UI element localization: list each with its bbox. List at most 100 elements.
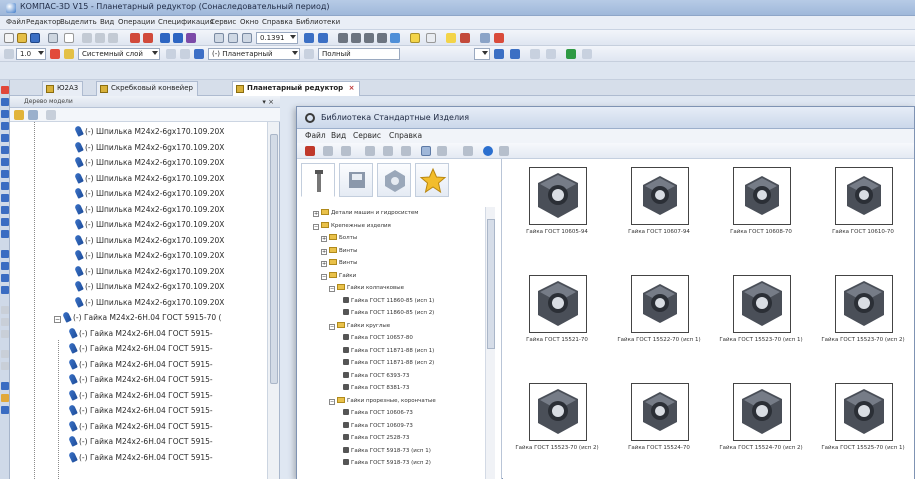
tab-search[interactable] (377, 163, 411, 197)
category-item[interactable]: Гайка ГОСТ 5918-73 (исп 2) (343, 459, 431, 470)
panel-icon-15[interactable] (1, 262, 9, 270)
tree-item[interactable]: (-) Шпилька М24х2-6gх170.109.20Х (74, 140, 224, 157)
panel-icon-22[interactable] (1, 362, 9, 370)
expand-icon[interactable]: + (321, 248, 327, 255)
tree-item[interactable]: − (-) Гайка М24х2-6Н.04 ГОСТ 5915-70 ( (54, 311, 221, 327)
tree-item[interactable]: (-) Шпилька М24х2-6gх170.109.20Х (74, 295, 224, 312)
menu-file[interactable]: Файл (6, 18, 25, 26)
menu-editor[interactable]: Редактор (26, 18, 61, 26)
panel-icon-9[interactable] (1, 182, 9, 190)
category-item[interactable]: Гайка ГОСТ 6393-73 (343, 371, 409, 383)
category-folder[interactable]: − Гайки колпачковые (329, 284, 404, 295)
category-folder[interactable]: − Гайки прорезные, корончатые (329, 396, 436, 408)
category-item[interactable]: Гайка ГОСТ 10657-80 (343, 334, 413, 345)
tree-item[interactable]: (-) Шпилька М24х2-6gх170.109.20Х (74, 202, 224, 219)
cut-icon[interactable] (82, 33, 92, 43)
lib-tool-4-icon[interactable] (365, 146, 375, 156)
panel-icon-3[interactable] (1, 110, 9, 118)
redo-icon[interactable] (143, 33, 153, 43)
menu-select[interactable]: Выделить (60, 18, 97, 26)
expand-icon[interactable]: + (313, 211, 319, 217)
panel-icon-13[interactable] (1, 230, 9, 238)
tree-scrollbar[interactable] (267, 122, 279, 479)
panel-icon-18[interactable] (1, 306, 9, 314)
tree-item[interactable]: (-) Шпилька М24х2-6gх170.109.20Х (74, 187, 224, 203)
library-menu-file[interactable]: Файл (305, 131, 326, 140)
help-icon[interactable] (483, 146, 493, 156)
category-folder[interactable]: − Крепежные изделия (313, 221, 391, 233)
style-icon[interactable] (304, 49, 314, 59)
part-thumbnail-card[interactable]: Гайка ГОСТ 10610-70 (813, 161, 913, 266)
panel-icon-2[interactable] (1, 98, 9, 106)
panel-icon-12[interactable] (1, 218, 9, 226)
tree-item[interactable]: (-) Гайка М24х2-6Н.04 ГОСТ 5915- (68, 342, 213, 358)
component-icon[interactable] (194, 49, 204, 59)
tree-options-icon[interactable] (46, 110, 56, 120)
help-context-icon[interactable] (186, 33, 196, 43)
lib-tool-8-icon[interactable] (437, 146, 447, 156)
part-thumbnail-card[interactable]: Гайка ГОСТ 15523-70 (исп 1) (711, 269, 811, 374)
tool-4-icon[interactable] (546, 49, 556, 59)
tree-item[interactable]: (-) Шпилька М24х2-6gх170.109.20Х (74, 280, 224, 296)
menu-window[interactable]: Окно (240, 18, 259, 26)
category-folder[interactable]: + Винты (321, 246, 358, 258)
view-orient-4-icon[interactable] (377, 33, 387, 43)
part-thumbnail-card[interactable]: Гайка ГОСТ 10608-70 (711, 161, 811, 266)
layer-props-icon[interactable] (166, 49, 176, 59)
panel-icon-20[interactable] (1, 330, 9, 338)
tool-1-icon[interactable] (494, 49, 504, 59)
expand-icon[interactable]: − (313, 223, 319, 230)
lib-tool-5-icon[interactable] (383, 146, 393, 156)
menu-view[interactable]: Вид (100, 18, 114, 26)
panel-icon-6[interactable] (1, 146, 9, 154)
collapse-icon[interactable]: − (54, 316, 61, 323)
view-mode-field[interactable]: Полный (318, 48, 400, 60)
manager-icon[interactable] (160, 33, 170, 43)
panel-icon-14[interactable] (1, 250, 9, 258)
panel-icon-11[interactable] (1, 206, 9, 214)
panel-icon-17[interactable] (1, 286, 9, 294)
tree-item[interactable]: (-) Гайка М24х2-6Н.04 ГОСТ 5915- (68, 404, 213, 420)
menu-help[interactable]: Справка (262, 18, 293, 26)
tab-catalog[interactable] (301, 163, 335, 197)
view-orient-1-icon[interactable] (338, 33, 348, 43)
lib-tool-9-icon[interactable] (463, 146, 473, 156)
tree-filter-icon[interactable] (28, 110, 38, 120)
snap-icon[interactable] (50, 49, 60, 59)
scroll-thumb[interactable] (487, 219, 495, 349)
tab-doc-2[interactable]: Скребковый конвейер (96, 81, 198, 96)
category-folder[interactable]: − Гайки круглые (329, 321, 390, 333)
tab-saved[interactable] (339, 163, 373, 197)
rotate-icon[interactable] (318, 33, 328, 43)
panel-icon-10[interactable] (1, 194, 9, 202)
shaded-icon[interactable] (390, 33, 400, 43)
part-thumbnail-card[interactable]: Гайка ГОСТ 15521-70 (507, 269, 607, 374)
zoom-window-icon[interactable] (242, 33, 252, 43)
tree-item[interactable]: (-) Шпилька М24х2-6gх170.109.20Х (74, 218, 224, 234)
panel-icon-8[interactable] (1, 170, 9, 178)
lib-tool-2-icon[interactable] (323, 146, 333, 156)
menu-operations[interactable]: Операции (118, 18, 155, 26)
category-item[interactable]: Гайка ГОСТ 8381-73 (343, 384, 409, 395)
panel-icon-1[interactable] (1, 86, 9, 94)
zoom-in-icon[interactable] (214, 33, 224, 43)
copy-icon[interactable] (95, 33, 105, 43)
filter-6-icon[interactable] (494, 33, 504, 43)
tree-item[interactable]: (-) Гайка М24х2-6Н.04 ГОСТ 5915- (68, 419, 213, 436)
tree-item[interactable]: (-) Шпилька М24х2-6gх170.109.20Х (74, 264, 224, 281)
filter-3-icon[interactable] (446, 33, 456, 43)
library-menu-help[interactable]: Справка (389, 131, 422, 140)
tree-mode-icon[interactable] (14, 110, 24, 120)
variables-icon[interactable] (173, 33, 183, 43)
part-thumbnail-card[interactable]: Гайка ГОСТ 15523-70 (исп 2) (507, 377, 607, 479)
panel-icon-5[interactable] (1, 134, 9, 142)
tree-item[interactable]: (-) Шпилька М24х2-6gх170.109.20Х (74, 171, 224, 188)
tool-5-icon[interactable] (566, 49, 576, 59)
step-field[interactable]: 1.0 (16, 48, 46, 60)
panel-icon-21[interactable] (1, 350, 9, 358)
open-folder-icon[interactable] (17, 33, 27, 43)
print-icon[interactable] (48, 33, 58, 43)
tree-item[interactable]: (-) Гайка М24х2-6Н.04 ГОСТ 5915- (68, 388, 213, 405)
save-icon[interactable] (30, 33, 40, 43)
menu-libraries[interactable]: Библиотеки (296, 18, 340, 26)
